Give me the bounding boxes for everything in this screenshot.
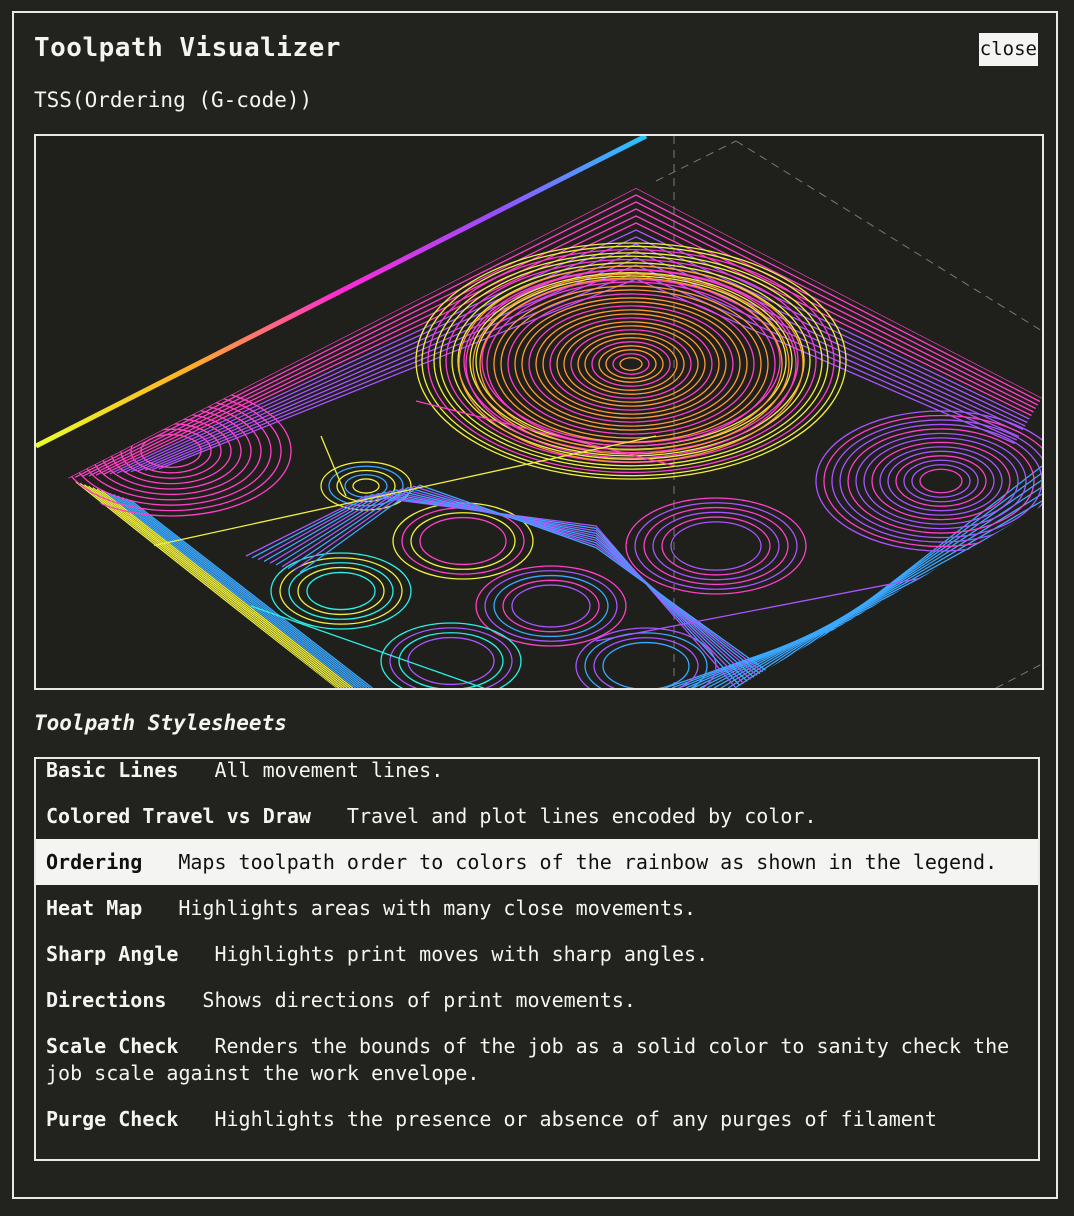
stylesheet-item[interactable]: Purge Check Highlights the presence or ab… — [36, 1096, 1038, 1142]
stylesheets-heading: Toolpath Stylesheets — [34, 711, 287, 735]
toolpath-loop — [398, 632, 504, 688]
toolpath-loop — [839, 423, 1042, 539]
toolpath-loop — [598, 345, 664, 383]
toolpath-line — [678, 542, 1042, 688]
toolpath-loop — [879, 446, 1003, 516]
toolpath-line — [109, 492, 359, 688]
stylesheet-name: Basic Lines — [46, 758, 179, 782]
toolpath-viewport[interactable] — [34, 134, 1044, 690]
toolpath-loop — [502, 579, 600, 633]
stylesheet-item[interactable]: Sharp Angle Highlights print moves with s… — [36, 931, 1038, 977]
stylesheet-description: Highlights print moves with sharp angles… — [214, 942, 709, 966]
toolpath-line — [88, 485, 345, 688]
toolpath-bed — [68, 188, 1042, 688]
toolpath-line — [83, 484, 343, 688]
stylesheet-item[interactable]: Basic Lines All movement lines. — [36, 758, 1038, 793]
toolpath-loop — [570, 329, 692, 399]
toolpath-loop — [903, 459, 979, 503]
toolpath-loop — [602, 641, 690, 688]
toolpath-loop — [634, 502, 798, 590]
toolpath-line — [664, 556, 1042, 688]
toolpath-visualizer-window: Toolpath Visualizer close TSS(Ordering (… — [12, 11, 1058, 1199]
toolpath-loop — [528, 305, 734, 423]
close-button[interactable]: close — [978, 33, 1038, 66]
stylesheet-description: Highlights areas with many close movemen… — [178, 896, 697, 920]
toolpath-loop — [549, 317, 713, 411]
toolpath-line — [137, 257, 1022, 472]
toolpath-render[interactable] — [36, 136, 1042, 688]
toolpath-loop — [458, 265, 804, 463]
stylesheet-description: All movement lines. — [214, 758, 444, 782]
toolpath-loop — [591, 341, 671, 387]
stylesheet-item[interactable]: Colored Travel vs Draw Travel and plot li… — [36, 793, 1038, 839]
stylesheet-name: Directions — [46, 988, 167, 1012]
toolpath-line — [748, 472, 1042, 688]
toolpath-loop — [500, 289, 762, 439]
toolpath-line — [92, 487, 348, 688]
toolpath-line — [126, 498, 370, 688]
toolpath-loop — [577, 333, 685, 395]
toolpath-loop — [484, 570, 618, 642]
stylesheet-description: Shows directions of print movements. — [202, 988, 636, 1012]
toolpath-line — [100, 489, 354, 688]
stylesheet-item[interactable]: Directions Shows directions of print move… — [36, 977, 1038, 1023]
toolpath-loop — [407, 636, 495, 686]
active-stylesheet-label: TSS(Ordering (G-code)) — [34, 88, 313, 112]
stylesheet-description: Highlights the presence or absence of an… — [214, 1107, 937, 1131]
toolpath-loop — [475, 565, 627, 647]
stylesheet-name: Purge Check — [46, 1107, 179, 1131]
toolpath-loop — [297, 566, 385, 616]
toolpath-loop — [288, 562, 394, 620]
stylesheet-name: Ordering — [46, 850, 143, 874]
toolpath-loop — [619, 357, 643, 371]
toolpath-loop — [847, 428, 1035, 534]
toolpath-loop — [612, 353, 650, 375]
stylesheet-name: Heat Map — [46, 896, 143, 920]
toolpath-loop — [542, 313, 720, 415]
toolpath-loop — [352, 478, 380, 494]
stylesheet-name: Scale Check — [46, 1034, 179, 1058]
toolpath-loop — [511, 584, 591, 628]
toolpath-loop — [469, 272, 793, 450]
toolpath-loop — [643, 506, 789, 586]
toolpath-loop — [306, 571, 376, 611]
toolpath-loop — [895, 455, 987, 507]
stylesheet-item[interactable]: Heat Map Highlights areas with many close… — [36, 885, 1038, 931]
toolpath-loop — [270, 552, 412, 630]
toolpath-line — [692, 528, 1042, 688]
toolpath-line — [151, 271, 1018, 471]
toolpath-loop — [670, 521, 762, 571]
toolpath-line — [130, 499, 373, 688]
toolpath-line — [96, 488, 351, 688]
toolpath-loop — [593, 637, 699, 688]
toolpath-loop — [419, 516, 507, 566]
stylesheet-name: Sharp Angle — [46, 942, 179, 966]
stylesheet-list[interactable]: Basic Lines All movement lines. Colored Tr… — [34, 757, 1040, 1161]
toolpath-loop — [871, 441, 1011, 521]
toolpath-loop — [410, 512, 516, 570]
toolpath-loop — [823, 414, 1042, 548]
toolpath-loop — [855, 432, 1027, 530]
window-title: Toolpath Visualizer — [34, 33, 341, 63]
stylesheet-item[interactable]: Scale Check Renders the bounds of the job… — [36, 1023, 1038, 1096]
toolpath-loop — [521, 301, 741, 427]
stylesheet-name: Colored Travel vs Draw — [46, 804, 311, 828]
toolpath-loop — [919, 468, 963, 494]
toolpath-line — [104, 491, 357, 688]
toolpath-loop — [661, 516, 771, 576]
stylesheet-description: Travel and plot lines encoded by color. — [346, 804, 817, 828]
toolpath-loop — [556, 321, 706, 407]
stylesheet-description: Renders the bounds of the job as a solid… — [46, 1034, 1010, 1085]
stylesheet-description: Maps toolpath order to colors of the rai… — [178, 850, 998, 874]
stylesheet-item[interactable]: Ordering Maps toolpath order to colors of… — [36, 839, 1038, 885]
